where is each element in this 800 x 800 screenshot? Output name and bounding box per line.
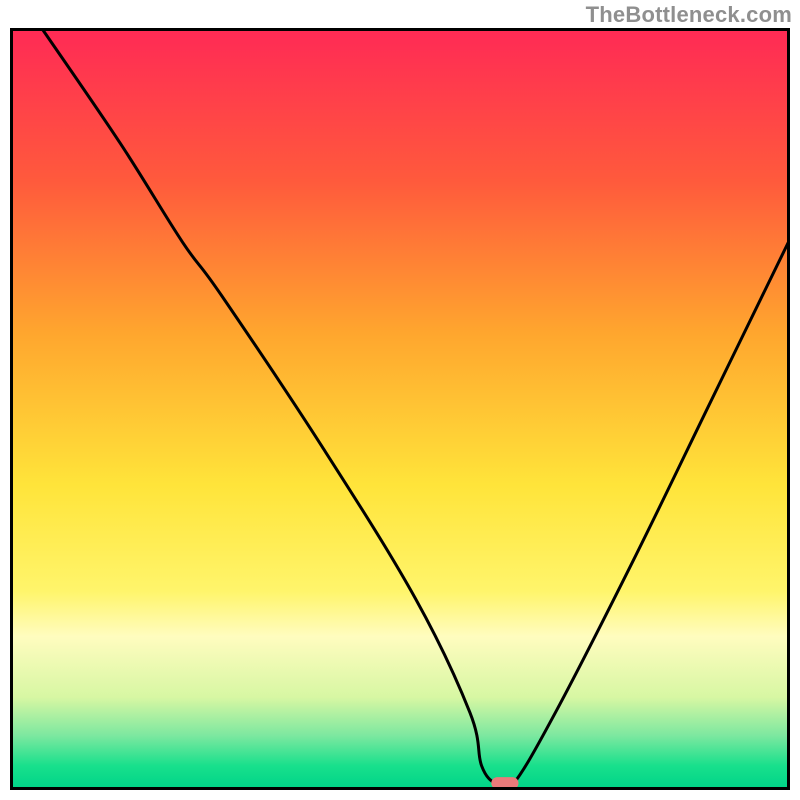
chart-container: TheBottleneck.com [0,0,800,800]
chart-svg [10,28,790,790]
watermark-text: TheBottleneck.com [586,2,792,28]
chart-background-gradient [12,30,789,789]
plot-area [10,28,790,790]
